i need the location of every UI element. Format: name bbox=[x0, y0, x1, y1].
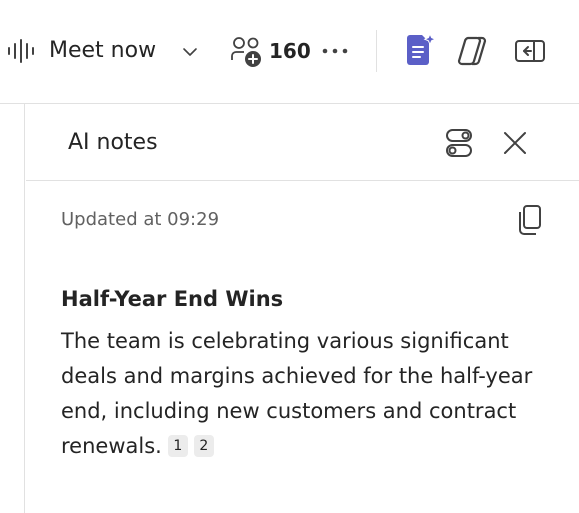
copilot-icon[interactable] bbox=[456, 34, 492, 68]
meeting-stage-edge bbox=[0, 104, 25, 513]
notes-section-body: The team is celebrating various signific… bbox=[61, 324, 561, 464]
participants-count[interactable]: 160 bbox=[269, 38, 311, 64]
audio-waveform-icon bbox=[8, 39, 34, 63]
pane-title: AI notes bbox=[68, 130, 158, 155]
meeting-toolbar: Meet now 160 bbox=[0, 0, 579, 104]
meeting-window: Meet now 160 AI notes Updated at 09:29 H… bbox=[0, 0, 579, 513]
ai-notes-icon[interactable] bbox=[404, 32, 438, 68]
ai-notes-header: AI notes bbox=[26, 104, 579, 181]
panel-collapse-icon[interactable] bbox=[514, 38, 546, 64]
chevron-down-icon[interactable] bbox=[182, 44, 198, 60]
people-add-icon[interactable] bbox=[230, 36, 264, 68]
notes-section-title: Half-Year End Wins bbox=[61, 287, 284, 311]
citation-badge[interactable]: 1 bbox=[167, 435, 188, 457]
more-icon[interactable] bbox=[322, 47, 348, 55]
notes-section-text: The team is celebrating various signific… bbox=[61, 329, 533, 458]
citation-badge[interactable]: 2 bbox=[193, 435, 214, 457]
meeting-title[interactable]: Meet now bbox=[49, 36, 156, 66]
updated-timestamp: Updated at 09:29 bbox=[61, 209, 220, 230]
toggle-settings-icon[interactable] bbox=[444, 127, 474, 159]
copy-icon[interactable] bbox=[517, 204, 543, 236]
toolbar-divider bbox=[376, 30, 377, 72]
close-icon[interactable] bbox=[502, 130, 528, 156]
